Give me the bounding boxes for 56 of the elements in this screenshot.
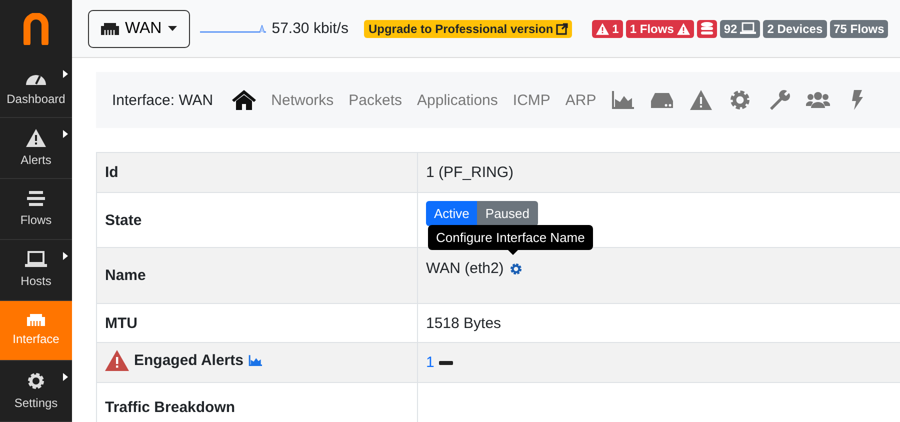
badge[interactable]: 2 Devices xyxy=(763,20,827,38)
badge[interactable] xyxy=(696,20,717,38)
nav-tab[interactable]: Packets xyxy=(348,92,402,108)
sidebar-item[interactable]: Flows xyxy=(0,179,72,240)
area-chart-icon[interactable] xyxy=(248,354,264,367)
sidebar-item[interactable]: Dashboard xyxy=(0,58,72,118)
sidebar-item[interactable]: Alerts xyxy=(0,118,72,180)
caret-icon xyxy=(168,26,177,31)
settings-icon[interactable] xyxy=(728,89,752,111)
nav-tab[interactable]: ARP xyxy=(565,92,596,108)
row-label-text: Id xyxy=(105,164,118,181)
row-label-text: Name xyxy=(105,267,146,284)
tooltip: Configure Interface Name xyxy=(428,225,593,255)
external-link-icon xyxy=(556,22,568,34)
warning-icon[interactable] xyxy=(689,89,714,111)
row-value: WAN (eth2) xyxy=(426,260,504,277)
list-icon xyxy=(27,191,45,208)
row-label-text: Traffic Breakdown xyxy=(105,398,236,416)
badge[interactable]: 92 xyxy=(720,20,760,38)
row-value: 1518 Bytes xyxy=(426,314,502,332)
upgrade-link[interactable]: Upgrade to Professional version xyxy=(364,20,572,38)
database-icon xyxy=(700,22,713,35)
ethernet-icon xyxy=(27,314,45,326)
ethernet-icon xyxy=(101,22,119,34)
throughput-text: 57.30 kbit/s xyxy=(272,20,348,37)
interface-title: Interface: WAN xyxy=(112,92,214,108)
state-button[interactable]: Active xyxy=(426,201,478,226)
nav-tab[interactable]: Applications xyxy=(417,92,498,108)
sparkline-drawing xyxy=(200,24,268,32)
area-chart-icon[interactable] xyxy=(611,89,636,111)
warning-icon xyxy=(676,22,690,34)
badge[interactable]: 1 xyxy=(592,20,623,38)
users-icon[interactable] xyxy=(806,89,830,111)
row-label-text: MTU xyxy=(105,314,138,332)
warning-icon xyxy=(596,22,610,34)
badge[interactable]: 1 Flows xyxy=(626,20,694,38)
nav-tab[interactable]: ICMP xyxy=(512,92,550,108)
row-label-text: State xyxy=(105,212,142,228)
alerts-count-link[interactable]: 1 xyxy=(426,354,434,371)
state-button[interactable]: Paused xyxy=(477,201,538,226)
warning-icon xyxy=(105,350,129,371)
minus-icon xyxy=(439,360,454,364)
settings-icon[interactable] xyxy=(508,262,523,276)
laptop-icon xyxy=(25,251,47,268)
row-label-text: Engaged Alerts xyxy=(134,352,244,369)
interface-select[interactable]: WAN xyxy=(88,10,190,48)
sidebar-item[interactable]: Settings xyxy=(0,361,72,422)
badge[interactable]: 75 Flows xyxy=(830,20,888,38)
laptop-icon xyxy=(740,22,756,35)
home-icon[interactable] xyxy=(232,89,256,111)
row-value: 1 (PF_RING) xyxy=(426,164,514,181)
warning-icon xyxy=(26,129,46,148)
logo-icon[interactable] xyxy=(23,12,49,45)
sidebar-item[interactable]: Interface xyxy=(0,300,72,362)
nav-tab[interactable]: Networks xyxy=(271,92,334,108)
settings-icon xyxy=(27,372,45,390)
